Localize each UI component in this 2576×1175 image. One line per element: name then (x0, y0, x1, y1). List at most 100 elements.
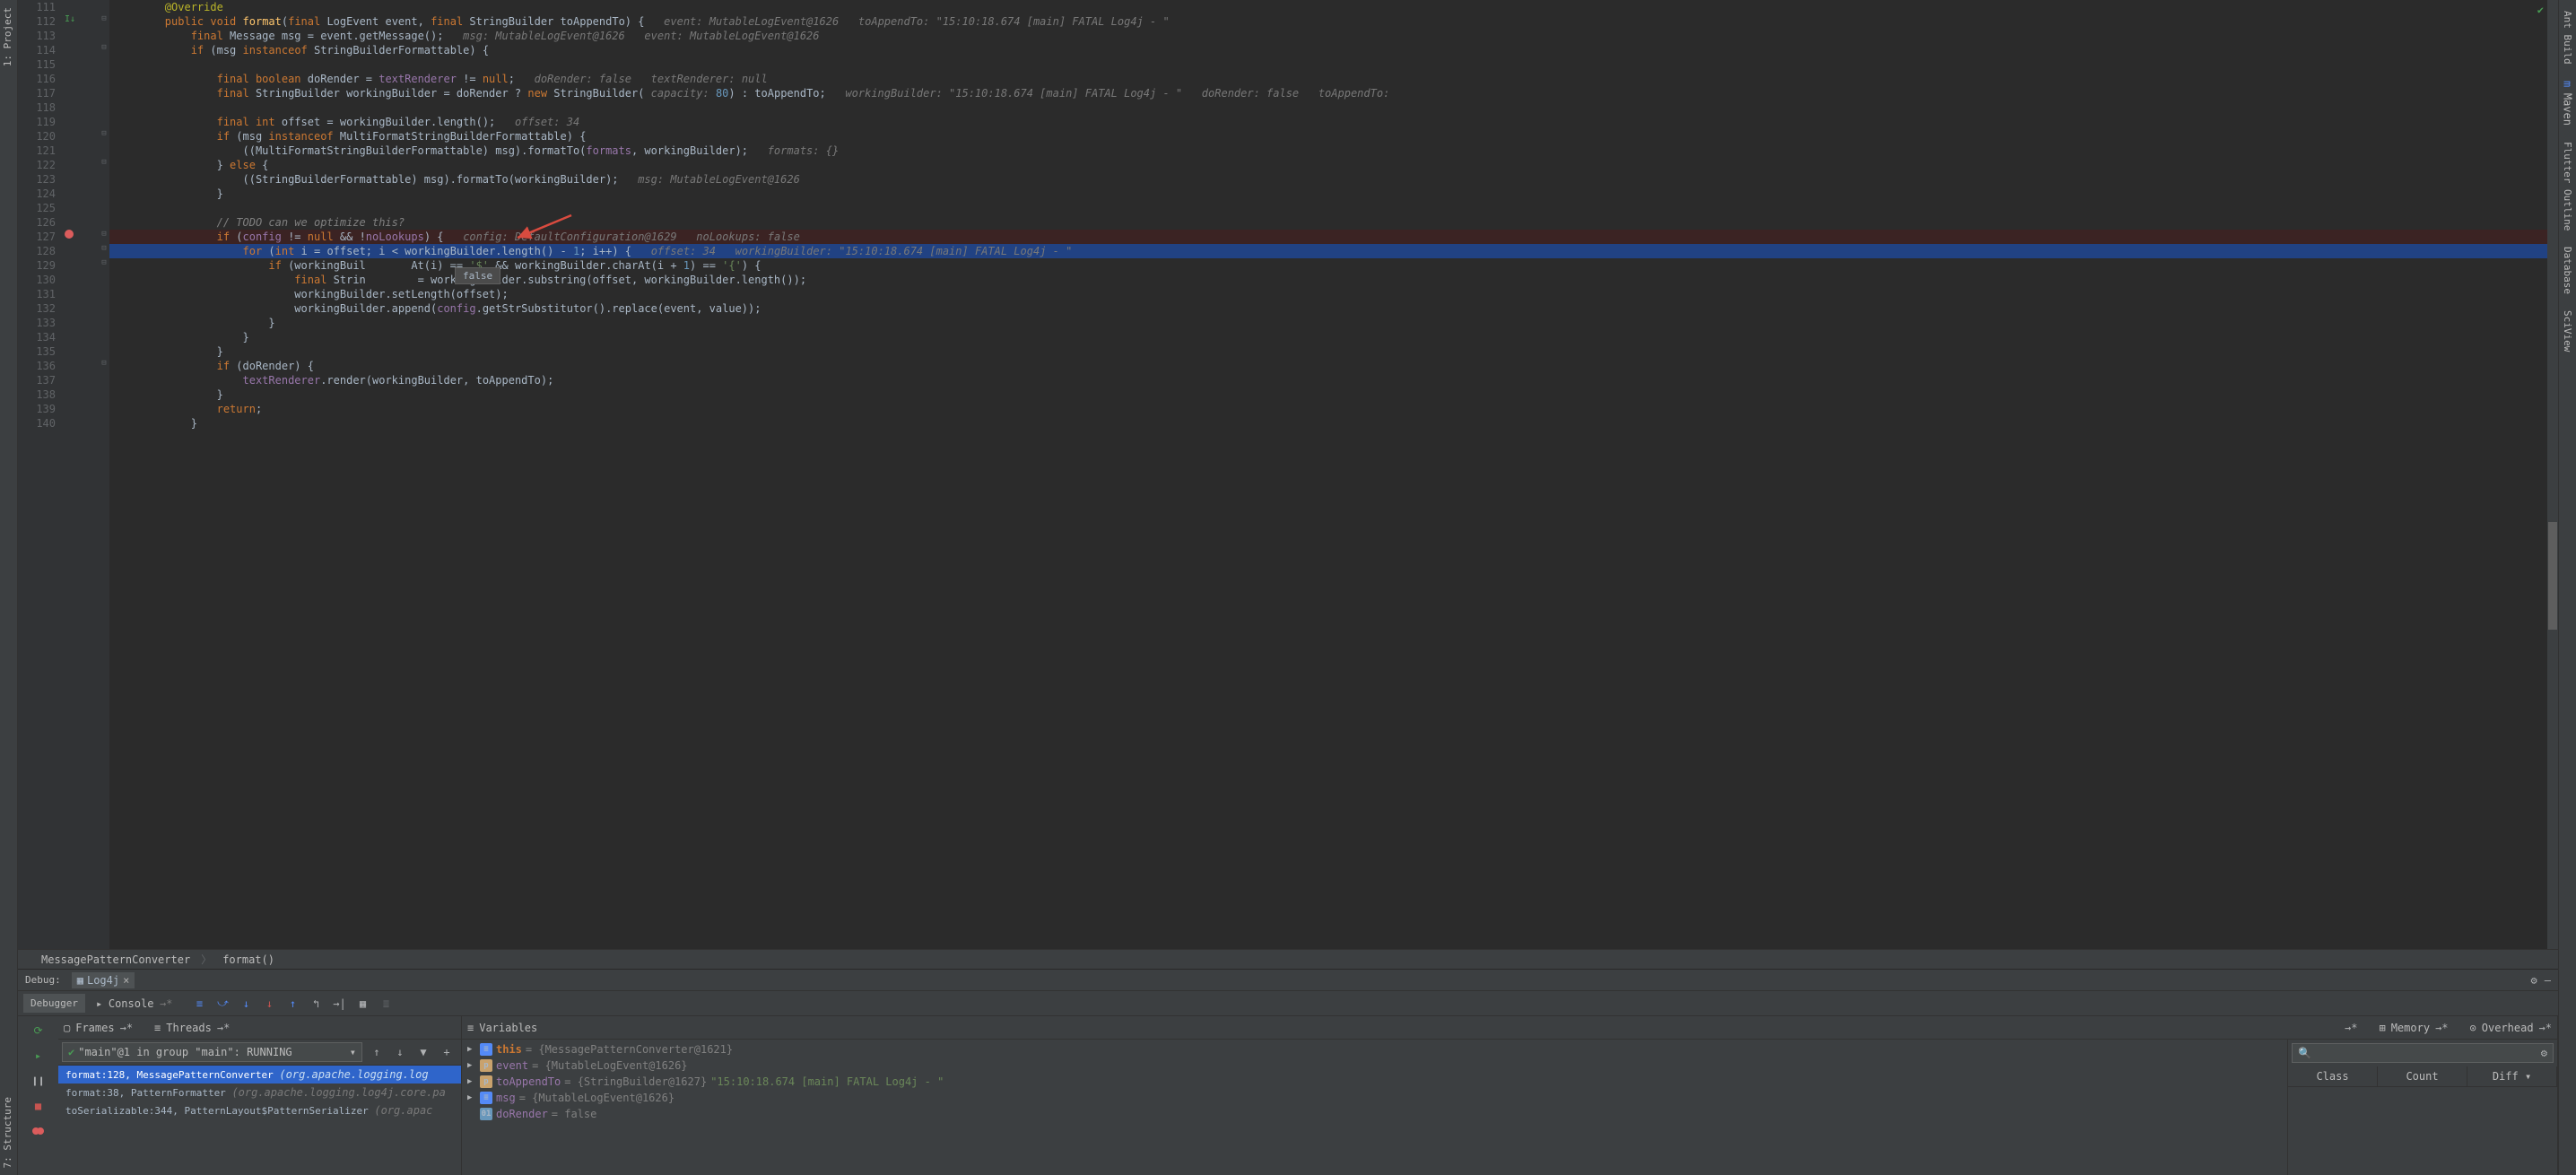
evaluate-icon[interactable]: ▦ (354, 995, 372, 1013)
project-tool[interactable]: 1: Project (0, 0, 17, 74)
memory-search[interactable]: 🔍 ⚙ (2292, 1043, 2554, 1063)
code-line[interactable]: final StringBuilder workingBuilder = doR… (109, 86, 2558, 100)
pin-icon[interactable]: →* (2539, 1022, 2552, 1034)
code-line[interactable]: } (109, 316, 2558, 330)
mem-col-count[interactable]: Count (2378, 1066, 2467, 1086)
code-line[interactable]: final Message msg = event.getMessage(); … (109, 29, 2558, 43)
code-line[interactable] (109, 201, 2558, 215)
minimize-icon[interactable]: — (2545, 974, 2551, 987)
code-line[interactable]: return; (109, 402, 2558, 416)
pin-icon[interactable]: →* (2435, 1022, 2448, 1034)
step-into-icon[interactable]: ↓ (238, 995, 256, 1013)
ant-tool[interactable]: Ant Build (2560, 4, 2575, 72)
stack-frame[interactable]: format:38, PatternFormatter (org.apache.… (58, 1084, 461, 1101)
overhead-icon[interactable]: ⊙ (2470, 1022, 2476, 1034)
frames-list[interactable]: format:128, MessagePatternConverter (org… (58, 1066, 461, 1175)
debug-run-config-tab[interactable]: ▦ Log4j × (72, 972, 135, 988)
console-tab[interactable]: ▸ Console →* (89, 994, 180, 1014)
code-line[interactable]: workingBuilder.append(config.getStrSubst… (109, 301, 2558, 316)
override-icon[interactable]: I↓ (65, 14, 75, 24)
add-icon[interactable]: + (436, 1041, 457, 1063)
view-breakpoints-icon[interactable] (28, 1120, 49, 1142)
code-line[interactable]: } (109, 416, 2558, 431)
stack-frame[interactable]: toSerializable:344, PatternLayout$Patter… (58, 1101, 461, 1119)
mem-col-class[interactable]: Class (2288, 1066, 2378, 1086)
rerun-icon[interactable]: ⟳ (28, 1020, 49, 1041)
database-tool[interactable]: Database (2560, 239, 2575, 301)
frames-view-icon[interactable]: ▢ (64, 1022, 70, 1034)
code-line[interactable]: workingBuilder.setLength(offset); (109, 287, 2558, 301)
code-line[interactable]: } (109, 187, 2558, 201)
fold-column[interactable]: ⊟⊟⊟⊟⊟⊟⊟⊟ (99, 0, 109, 949)
code-line[interactable]: final int offset = workingBuilder.length… (109, 115, 2558, 129)
thread-dropdown[interactable]: ✔ "main"@1 in group "main": RUNNING ▾ (62, 1042, 362, 1062)
code-line[interactable]: if (doRender) { (109, 359, 2558, 373)
next-frame-icon[interactable]: ↓ (389, 1041, 411, 1063)
gutter-icon-column[interactable]: I↓ (63, 0, 99, 949)
show-execution-icon[interactable]: ≡ (191, 995, 209, 1013)
memory-icon[interactable]: ⊞ (2379, 1022, 2385, 1034)
code-line[interactable]: } else { (109, 158, 2558, 172)
variables-view-icon[interactable]: ≡ (467, 1022, 474, 1034)
variable-row[interactable]: ▶pevent = {MutableLogEvent@1626} (464, 1058, 2285, 1074)
code-line[interactable]: if (msg instanceof MultiFormatStringBuil… (109, 129, 2558, 144)
breakpoint-icon[interactable] (65, 230, 74, 241)
prev-frame-icon[interactable]: ↑ (366, 1041, 387, 1063)
force-step-into-icon[interactable]: ↓ (261, 995, 279, 1013)
code-line[interactable]: @Override (109, 0, 2558, 14)
expand-icon[interactable]: ▶ (467, 1077, 476, 1086)
pause-icon[interactable]: ❙❙ (28, 1070, 49, 1092)
variable-row[interactable]: 01doRender = false (464, 1106, 2285, 1122)
sciview-tool[interactable]: SciView (2560, 303, 2575, 359)
run-to-cursor-icon[interactable]: →| (331, 995, 349, 1013)
variable-row[interactable]: ▶ptoAppendTo = {StringBuilder@1627} "15:… (464, 1074, 2285, 1090)
code-line[interactable]: ((StringBuilderFormattable) msg).formatT… (109, 172, 2558, 187)
expand-icon[interactable]: ▶ (467, 1045, 476, 1054)
code-content[interactable]: ✔ @Override public void format(final Log… (109, 0, 2558, 949)
code-line[interactable]: if (config != null && !noLookups) { conf… (109, 230, 2558, 244)
stop-icon[interactable]: ■ (28, 1095, 49, 1117)
code-line[interactable]: ((MultiFormatStringBuilderFormattable) m… (109, 144, 2558, 158)
code-line[interactable]: final boolean doRender = textRenderer !=… (109, 72, 2558, 86)
code-line[interactable] (109, 57, 2558, 72)
filter-icon[interactable]: ▼ (413, 1041, 434, 1063)
drop-frame-icon[interactable]: ↰ (308, 995, 326, 1013)
close-icon[interactable]: × (123, 974, 129, 987)
variable-row[interactable]: ▶≡this = {MessagePatternConverter@1621} (464, 1041, 2285, 1058)
code-line[interactable]: } (109, 344, 2558, 359)
pin-icon[interactable]: →* (2345, 1022, 2357, 1034)
variables-list[interactable]: ▶≡this = {MessagePatternConverter@1621}▶… (462, 1040, 2288, 1175)
expand-icon[interactable]: ▶ (467, 1093, 476, 1102)
debugger-tab[interactable]: Debugger (23, 994, 85, 1013)
inspection-ok-icon[interactable]: ✔ (2537, 4, 2544, 16)
maven-tool[interactable]: m Maven (2560, 74, 2576, 133)
code-line[interactable]: // TODO can we optimize this? (109, 215, 2558, 230)
resume-icon[interactable]: ▸ (28, 1045, 49, 1066)
code-line[interactable]: public void format(final LogEvent event,… (109, 14, 2558, 29)
settings-icon[interactable]: ⚙ (2531, 974, 2537, 987)
breadcrumb-method[interactable]: format() (217, 953, 280, 966)
structure-tool[interactable]: 7: Structure (0, 1090, 17, 1175)
code-line[interactable] (109, 100, 2558, 115)
memory-search-input[interactable] (2311, 1048, 2541, 1059)
code-line[interactable]: textRenderer.render(workingBuilder, toAp… (109, 373, 2558, 387)
memory-settings-icon[interactable]: ⚙ (2541, 1047, 2547, 1059)
breadcrumb-class[interactable]: MessagePatternConverter (36, 953, 196, 966)
editor-scrollbar[interactable] (2547, 0, 2558, 949)
code-editor[interactable]: 1111121131141151161171181191201211221231… (18, 0, 2558, 949)
stack-frame[interactable]: format:128, MessagePatternConverter (org… (58, 1066, 461, 1084)
pin-icon[interactable]: →* (217, 1022, 230, 1034)
code-line[interactable]: } (109, 330, 2558, 344)
step-out-icon[interactable]: ↑ (284, 995, 302, 1013)
expand-icon[interactable]: ▶ (467, 1061, 476, 1070)
threads-view-icon[interactable]: ≡ (154, 1022, 161, 1034)
code-line[interactable]: for (int i = offset; i < workingBuilder.… (109, 244, 2558, 258)
trace-icon[interactable]: ≣ (378, 995, 396, 1013)
scrollbar-thumb[interactable] (2548, 522, 2557, 630)
flutter-tool[interactable]: Flutter Outline (2560, 135, 2575, 238)
breadcrumb[interactable]: MessagePatternConverter 〉 format() (18, 949, 2558, 969)
variable-row[interactable]: ▶≡msg = {MutableLogEvent@1626} (464, 1090, 2285, 1106)
mem-col-diff[interactable]: Diff ▾ (2467, 1066, 2557, 1086)
pin-icon[interactable]: →* (120, 1022, 133, 1034)
code-line[interactable]: } (109, 387, 2558, 402)
